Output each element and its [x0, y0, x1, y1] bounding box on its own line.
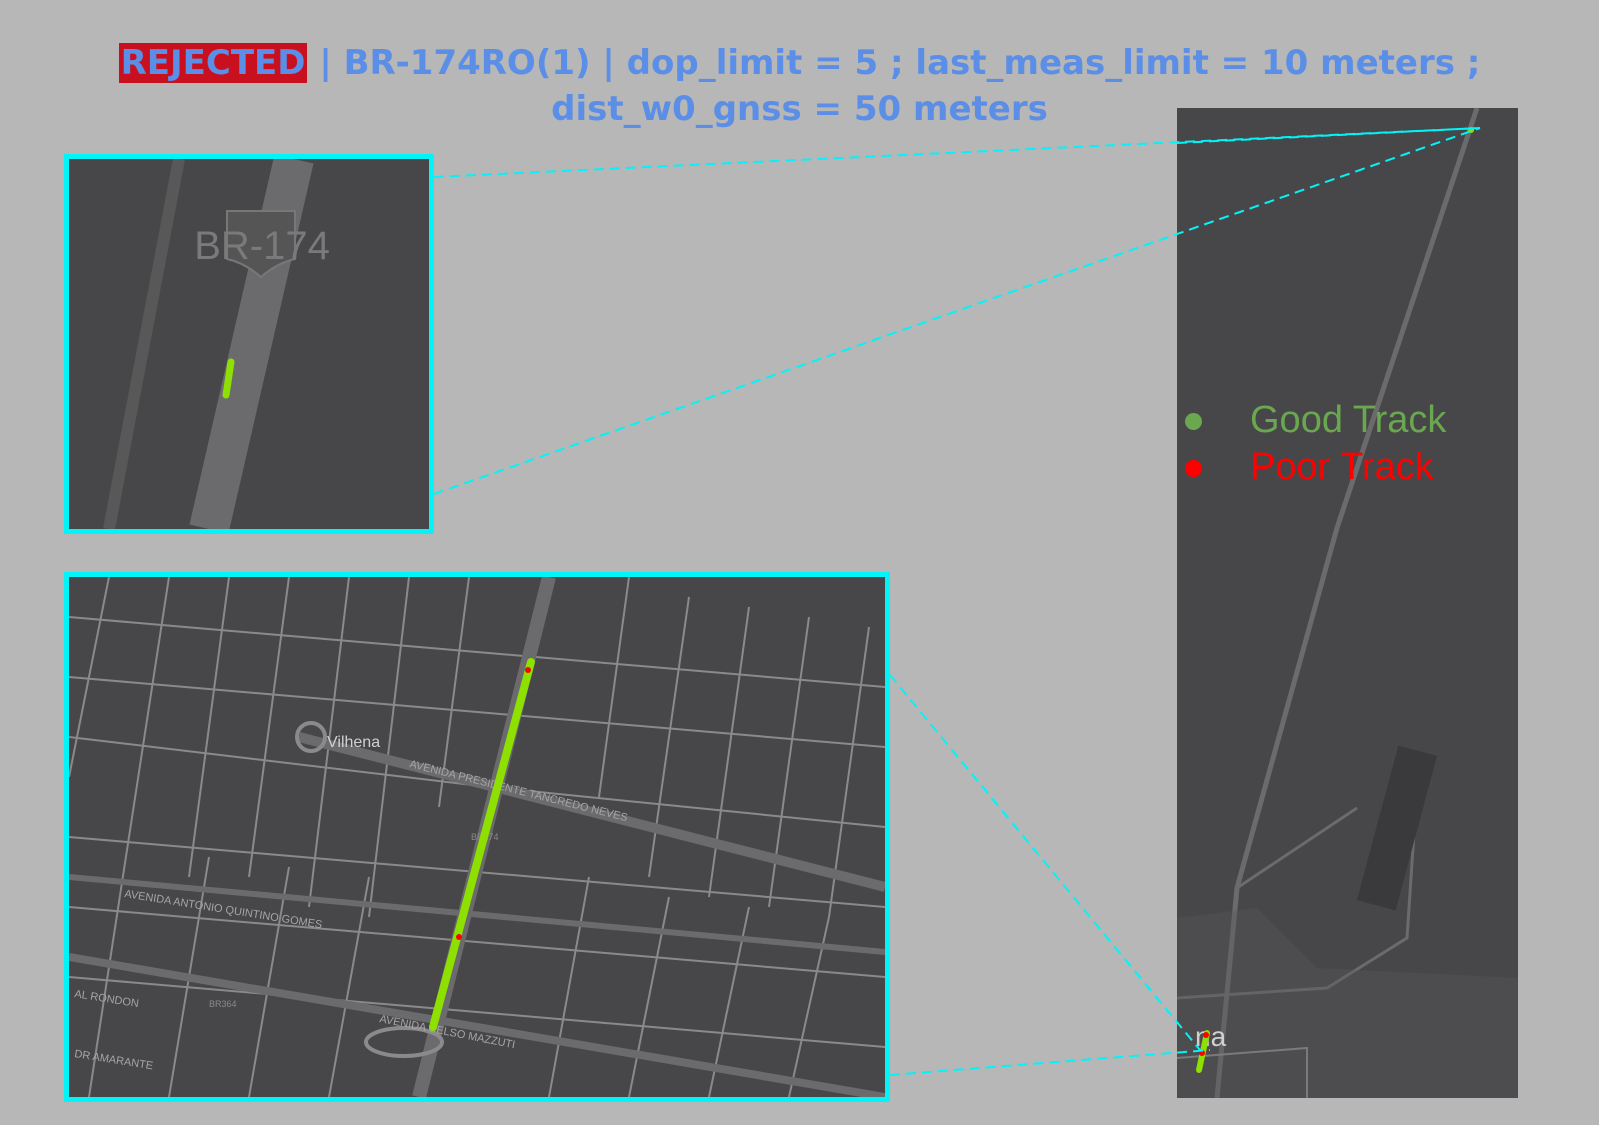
- br364-label: BR364: [209, 999, 237, 1009]
- legend-good-label: Good Track: [1250, 399, 1447, 441]
- title-params: | BR-174RO(1) | dop_limit = 5 ; last_mea…: [307, 43, 1481, 83]
- overview-map[interactable]: na: [1177, 108, 1518, 1098]
- airstrip: [1356, 745, 1438, 911]
- connector-line: [889, 1049, 1211, 1076]
- poor-track-point: [1203, 1032, 1209, 1038]
- dr-amarante-label: DR AMARANTE: [74, 1048, 154, 1072]
- inset-highway-map: BR-174: [103, 159, 330, 529]
- avenida-celso-road: [69, 953, 885, 1097]
- good-track-legend-icon: [1185, 413, 1202, 431]
- inset-highway-zoom[interactable]: BR-174: [64, 154, 434, 534]
- poor-track-legend-icon: [1185, 460, 1202, 478]
- side-road: [103, 159, 185, 529]
- urban-area: [1177, 908, 1518, 1098]
- legend-good-track: Good Track: [1185, 399, 1446, 442]
- title-line-1: REJECTED | BR-174RO(1) | dop_limit = 5 ;…: [0, 40, 1599, 86]
- city-label: Vilhena: [327, 734, 380, 751]
- status-badge: REJECTED: [118, 43, 308, 83]
- good-track-segment: [429, 658, 535, 1031]
- legend-poor-track: Poor Track: [1185, 446, 1434, 489]
- inset-city-zoom[interactable]: Vilhena AVENIDA PRESIDENTE TANCREDO NEVE…: [64, 572, 890, 1102]
- poor-track-point: [1199, 1050, 1205, 1056]
- city-label-partial: na: [1195, 1021, 1227, 1052]
- inset-city-map: Vilhena AVENIDA PRESIDENTE TANCREDO NEVE…: [69, 577, 885, 1097]
- connector-line: [889, 674, 1201, 1051]
- good-track-segment: [222, 358, 235, 399]
- al-rondon-label: AL RONDON: [74, 988, 140, 1010]
- poor-track-point: [525, 667, 531, 673]
- good-track-point: [1468, 127, 1474, 133]
- overview-map-canvas: na: [1177, 108, 1518, 1098]
- road-shield-label: BR-174: [194, 224, 330, 268]
- poor-track-point: [456, 934, 462, 940]
- legend-poor-label: Poor Track: [1250, 446, 1434, 488]
- avenida-antonio-label: AVENIDA ANTONIO QUINTINO GOMES: [124, 888, 323, 931]
